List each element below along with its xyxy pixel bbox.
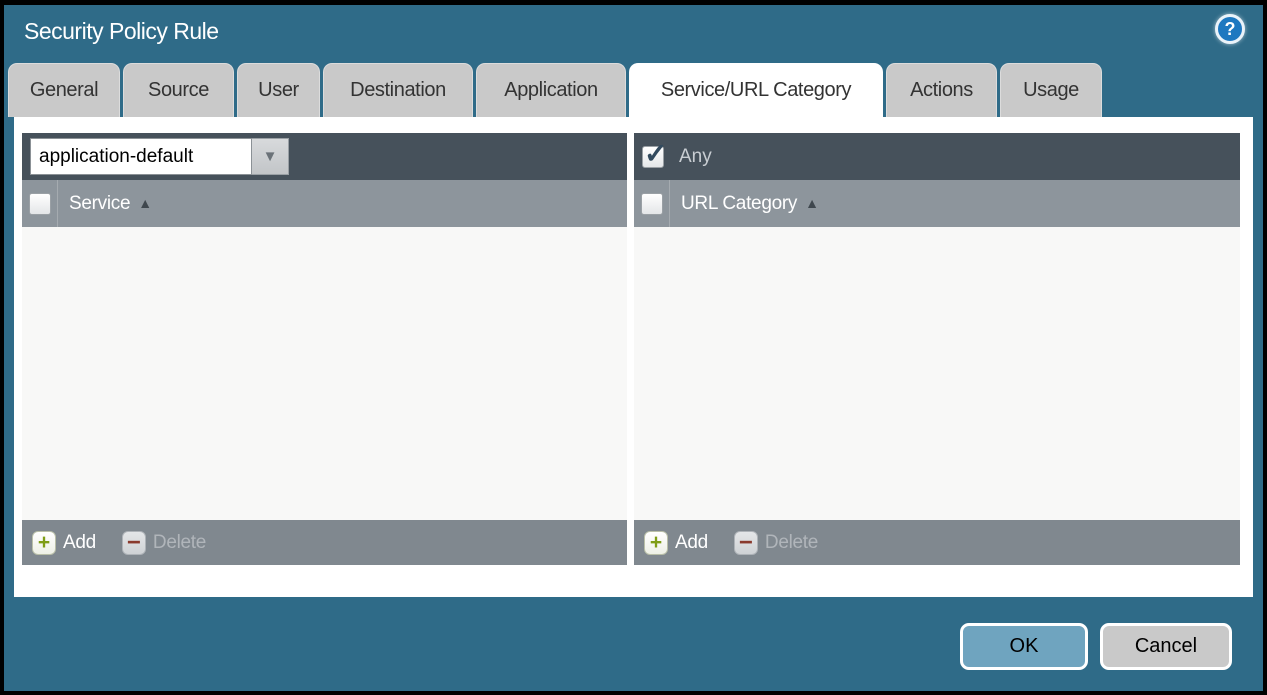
url-category-table-header: URL Category▲ xyxy=(634,180,1240,227)
tab-user[interactable]: User xyxy=(237,63,320,117)
tab-usage[interactable]: Usage xyxy=(1000,63,1102,117)
service-table-body[interactable] xyxy=(22,227,627,520)
url-category-add-button[interactable]: + Add xyxy=(644,531,708,555)
url-category-select-all-checkbox[interactable] xyxy=(641,193,663,215)
help-icon[interactable]: ? xyxy=(1215,14,1245,44)
url-category-footer-toolbar: + Add − Delete xyxy=(634,520,1240,565)
service-toolbar: ▼ xyxy=(22,133,627,180)
service-footer-toolbar: + Add − Delete xyxy=(22,520,627,565)
service-type-dropdown[interactable]: ▼ xyxy=(30,138,289,175)
service-select-all-checkbox[interactable] xyxy=(29,193,51,215)
url-category-table-body[interactable] xyxy=(634,227,1240,520)
minus-icon: − xyxy=(122,531,146,555)
url-category-delete-button[interactable]: − Delete xyxy=(734,531,818,555)
add-icon: + xyxy=(644,531,668,555)
chevron-down-icon[interactable]: ▼ xyxy=(252,138,289,175)
tab-general[interactable]: General xyxy=(8,63,120,117)
security-policy-rule-dialog: Security Policy Rule ? General Source Us… xyxy=(4,5,1263,691)
url-category-column-header[interactable]: URL Category▲ xyxy=(681,193,819,215)
checkmark-icon: ✓ xyxy=(644,140,667,168)
cancel-button[interactable]: Cancel xyxy=(1100,623,1232,670)
tab-actions[interactable]: Actions xyxy=(886,63,997,117)
url-category-panel: ✓ Any URL Category▲ + Add − Delete xyxy=(634,133,1240,565)
service-add-button[interactable]: + Add xyxy=(32,531,96,555)
service-type-value[interactable] xyxy=(30,138,252,175)
service-table-header: Service▲ xyxy=(22,180,627,227)
tab-destination[interactable]: Destination xyxy=(323,63,473,117)
service-column-header[interactable]: Service▲ xyxy=(69,193,152,215)
sort-ascending-icon: ▲ xyxy=(138,195,152,211)
service-panel: ▼ Service▲ + Add − Delete xyxy=(22,133,627,565)
any-label: Any xyxy=(679,146,712,168)
add-icon: + xyxy=(32,531,56,555)
sort-ascending-icon: ▲ xyxy=(805,195,819,211)
any-checkbox[interactable]: ✓ xyxy=(642,146,664,168)
minus-icon: − xyxy=(734,531,758,555)
url-category-toolbar: ✓ Any xyxy=(634,133,1240,180)
tab-source[interactable]: Source xyxy=(123,63,234,117)
dialog-title: Security Policy Rule xyxy=(24,18,219,45)
tab-content-area: ▼ Service▲ + Add − Delete xyxy=(14,117,1253,597)
tab-service-url-category[interactable]: Service/URL Category xyxy=(629,63,883,117)
service-delete-button[interactable]: − Delete xyxy=(122,531,206,555)
tab-application[interactable]: Application xyxy=(476,63,626,117)
ok-button[interactable]: OK xyxy=(960,623,1088,670)
tab-bar: General Source User Destination Applicat… xyxy=(8,63,1102,117)
